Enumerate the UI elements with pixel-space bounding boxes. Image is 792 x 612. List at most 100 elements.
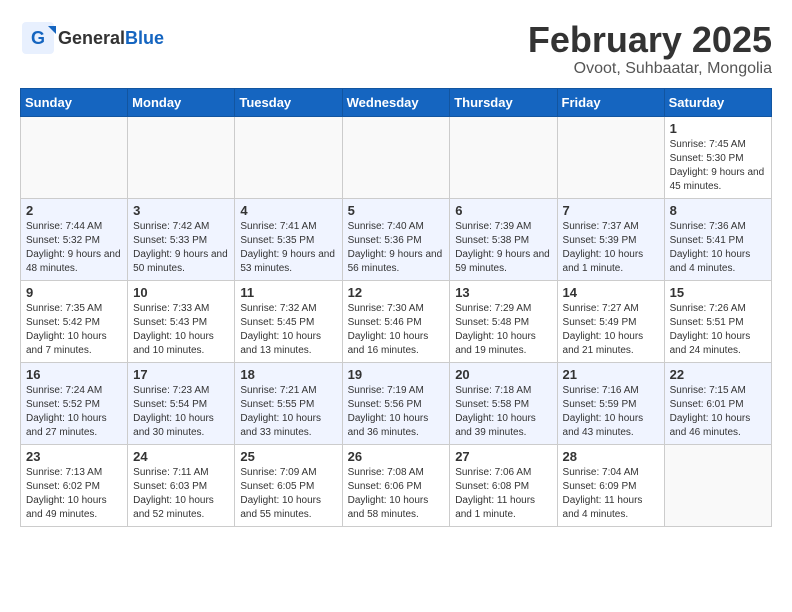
calendar-cell: 24 Sunrise: 7:11 AM Sunset: 6:03 PM Dayli… — [128, 444, 235, 526]
calendar-cell: 5Sunrise: 7:40 AM Sunset: 5:36 PM Daylig… — [342, 198, 450, 280]
day-number: 20 — [455, 367, 551, 382]
month-title: February 2025 — [528, 20, 772, 60]
calendar-cell — [342, 116, 450, 198]
day-number: 27 — [455, 449, 551, 464]
weekday-header-thursday: Thursday — [450, 88, 557, 116]
day-info: Sunrise: 7:44 AM Sunset: 5:32 PM Dayligh… — [26, 220, 122, 276]
day-info: Sunrise: 7:36 AM Sunset: 5:41 PM Dayligh… — [670, 220, 766, 276]
calendar-cell — [21, 116, 128, 198]
page-header: G GeneralBlue February 2025 Ovoot, Suhba… — [20, 20, 772, 78]
calendar-table: SundayMondayTuesdayWednesdayThursdayFrid… — [20, 88, 772, 527]
day-number: 6 — [455, 203, 551, 218]
calendar-cell: 26 Sunrise: 7:08 AM Sunset: 6:06 PM Dayli… — [342, 444, 450, 526]
week-row-2: 2 Sunrise: 7:44 AM Sunset: 5:32 PM Daylig… — [21, 198, 772, 280]
day-info: Sunrise: 7:33 AM Sunset: 5:43 PM Dayligh… — [133, 302, 229, 358]
day-number: 25 — [240, 449, 336, 464]
week-row-3: 9 Sunrise: 7:35 AM Sunset: 5:42 PM Daylig… — [21, 280, 772, 362]
weekday-header-saturday: Saturday — [664, 88, 771, 116]
logo-blue: Blue — [125, 28, 164, 48]
logo-icon: G — [20, 20, 56, 56]
day-info: Sunrise: 7:45 AM Sunset: 5:30 PM Dayligh… — [670, 138, 766, 194]
day-number: 12 — [348, 285, 445, 300]
calendar-cell — [128, 116, 235, 198]
day-info: Sunrise: 7:30 AM Sunset: 5:46 PM Dayligh… — [348, 302, 445, 358]
day-number: 3 — [133, 203, 229, 218]
calendar-cell: 1 Sunrise: 7:45 AM Sunset: 5:30 PM Daylig… — [664, 116, 771, 198]
day-number: 19 — [348, 367, 445, 382]
weekday-header-row: SundayMondayTuesdayWednesdayThursdayFrid… — [21, 88, 772, 116]
day-number: 13 — [455, 285, 551, 300]
day-info: Sunrise: 7:39 AM Sunset: 5:38 PM Dayligh… — [455, 220, 551, 276]
day-info: Sunrise: 7:15 AM Sunset: 6:01 PM Dayligh… — [670, 384, 766, 440]
day-number: 15 — [670, 285, 766, 300]
day-number: 10 — [133, 285, 229, 300]
week-row-1: 1 Sunrise: 7:45 AM Sunset: 5:30 PM Daylig… — [21, 116, 772, 198]
day-info: Sunrise: 7:24 AM Sunset: 5:52 PM Dayligh… — [26, 384, 122, 440]
day-number: 18 — [240, 367, 336, 382]
day-number: 28 — [563, 449, 659, 464]
day-info: Sunrise: 7:35 AM Sunset: 5:42 PM Dayligh… — [26, 302, 122, 358]
calendar-cell: 4 Sunrise: 7:41 AM Sunset: 5:35 PM Daylig… — [235, 198, 342, 280]
day-info: Sunrise: 7:37 AM Sunset: 5:39 PM Dayligh… — [563, 220, 659, 276]
day-info: Sunrise: 7:42 AM Sunset: 5:33 PM Dayligh… — [133, 220, 229, 276]
calendar-cell: 23 Sunrise: 7:13 AM Sunset: 6:02 PM Dayli… — [21, 444, 128, 526]
calendar-cell: 25 Sunrise: 7:09 AM Sunset: 6:05 PM Dayli… — [235, 444, 342, 526]
calendar-cell: 9 Sunrise: 7:35 AM Sunset: 5:42 PM Daylig… — [21, 280, 128, 362]
logo: G GeneralBlue — [20, 20, 164, 56]
day-number: 17 — [133, 367, 229, 382]
day-number: 9 — [26, 285, 122, 300]
day-info: Sunrise: 7:23 AM Sunset: 5:54 PM Dayligh… — [133, 384, 229, 440]
day-info: Sunrise: 7:18 AM Sunset: 5:58 PM Dayligh… — [455, 384, 551, 440]
calendar-cell: 15Sunrise: 7:26 AM Sunset: 5:51 PM Dayli… — [664, 280, 771, 362]
day-number: 14 — [563, 285, 659, 300]
location: Ovoot, Suhbaatar, Mongolia — [528, 60, 772, 78]
calendar-cell — [450, 116, 557, 198]
day-info: Sunrise: 7:08 AM Sunset: 6:06 PM Dayligh… — [348, 466, 445, 522]
calendar-cell: 11 Sunrise: 7:32 AM Sunset: 5:45 PM Dayli… — [235, 280, 342, 362]
day-number: 7 — [563, 203, 659, 218]
calendar-cell: 13 Sunrise: 7:29 AM Sunset: 5:48 PM Dayli… — [450, 280, 557, 362]
day-info: Sunrise: 7:32 AM Sunset: 5:45 PM Dayligh… — [240, 302, 336, 358]
calendar-cell: 10 Sunrise: 7:33 AM Sunset: 5:43 PM Dayli… — [128, 280, 235, 362]
day-number: 2 — [26, 203, 122, 218]
week-row-4: 16 Sunrise: 7:24 AM Sunset: 5:52 PM Dayli… — [21, 362, 772, 444]
calendar-cell: 8 Sunrise: 7:36 AM Sunset: 5:41 PM Daylig… — [664, 198, 771, 280]
calendar-cell: 12 Sunrise: 7:30 AM Sunset: 5:46 PM Dayli… — [342, 280, 450, 362]
day-number: 23 — [26, 449, 122, 464]
day-number: 1 — [670, 121, 766, 136]
svg-text:G: G — [31, 28, 45, 48]
weekday-header-sunday: Sunday — [21, 88, 128, 116]
day-number: 16 — [26, 367, 122, 382]
calendar-cell: 21 Sunrise: 7:16 AM Sunset: 5:59 PM Dayli… — [557, 362, 664, 444]
day-info: Sunrise: 7:04 AM Sunset: 6:09 PM Dayligh… — [563, 466, 659, 522]
day-number: 4 — [240, 203, 336, 218]
day-info: Sunrise: 7:09 AM Sunset: 6:05 PM Dayligh… — [240, 466, 336, 522]
day-number: 26 — [348, 449, 445, 464]
day-info: Sunrise: 7:21 AM Sunset: 5:55 PM Dayligh… — [240, 384, 336, 440]
day-info: Sunrise: 7:40 AM Sunset: 5:36 PM Dayligh… — [348, 220, 445, 276]
day-info: Sunrise: 7:13 AM Sunset: 6:02 PM Dayligh… — [26, 466, 122, 522]
day-info: Sunrise: 7:19 AM Sunset: 5:56 PM Dayligh… — [348, 384, 445, 440]
weekday-header-monday: Monday — [128, 88, 235, 116]
calendar-cell — [664, 444, 771, 526]
day-number: 8 — [670, 203, 766, 218]
logo-general: General — [58, 28, 125, 48]
day-info: Sunrise: 7:16 AM Sunset: 5:59 PM Dayligh… — [563, 384, 659, 440]
day-info: Sunrise: 7:29 AM Sunset: 5:48 PM Dayligh… — [455, 302, 551, 358]
day-number: 11 — [240, 285, 336, 300]
calendar-cell: 7 Sunrise: 7:37 AM Sunset: 5:39 PM Daylig… — [557, 198, 664, 280]
week-row-5: 23 Sunrise: 7:13 AM Sunset: 6:02 PM Dayli… — [21, 444, 772, 526]
calendar-cell — [557, 116, 664, 198]
calendar-cell — [235, 116, 342, 198]
day-number: 21 — [563, 367, 659, 382]
day-info: Sunrise: 7:11 AM Sunset: 6:03 PM Dayligh… — [133, 466, 229, 522]
calendar-cell: 6 Sunrise: 7:39 AM Sunset: 5:38 PM Daylig… — [450, 198, 557, 280]
weekday-header-tuesday: Tuesday — [235, 88, 342, 116]
day-number: 24 — [133, 449, 229, 464]
day-info: Sunrise: 7:41 AM Sunset: 5:35 PM Dayligh… — [240, 220, 336, 276]
calendar-cell: 2 Sunrise: 7:44 AM Sunset: 5:32 PM Daylig… — [21, 198, 128, 280]
calendar-cell: 20 Sunrise: 7:18 AM Sunset: 5:58 PM Dayli… — [450, 362, 557, 444]
weekday-header-wednesday: Wednesday — [342, 88, 450, 116]
calendar-cell: 3 Sunrise: 7:42 AM Sunset: 5:33 PM Daylig… — [128, 198, 235, 280]
calendar-cell: 17 Sunrise: 7:23 AM Sunset: 5:54 PM Dayli… — [128, 362, 235, 444]
